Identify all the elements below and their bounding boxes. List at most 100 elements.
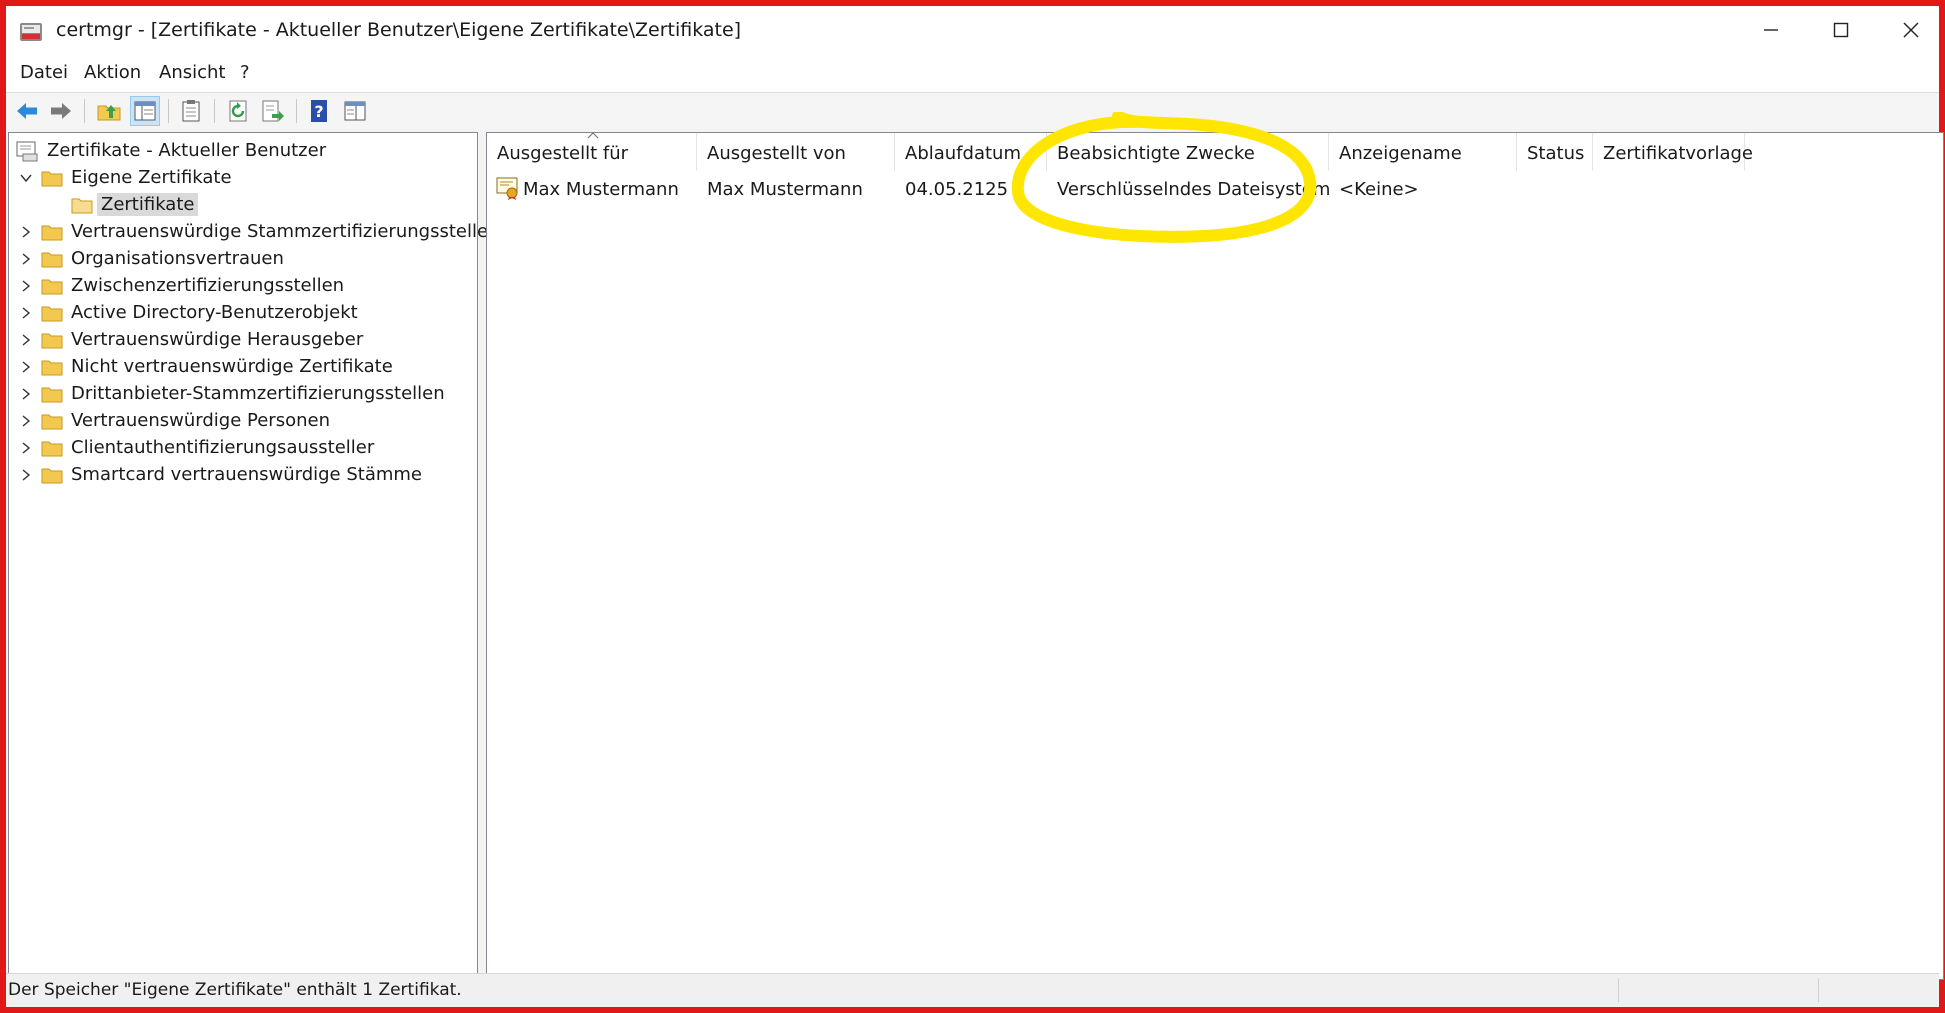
- tree-item-label: Vertrauenswürdige Personen: [71, 410, 330, 431]
- tree-item-label: Drittanbieter-Stammzertifizierungsstelle…: [71, 383, 445, 404]
- close-button[interactable]: [1876, 6, 1945, 54]
- forward-button[interactable]: [46, 96, 76, 126]
- column-header-zertifikatvorlage[interactable]: Zertifikatvorlage: [1593, 133, 1753, 171]
- column-header-beabsichtigte-zwecke[interactable]: Beabsichtigte Zwecke: [1047, 133, 1329, 171]
- chevron-right-icon[interactable]: [17, 412, 35, 430]
- column-header-ablaufdatum[interactable]: Ablaufdatum: [895, 133, 1047, 171]
- toolbar: ?: [6, 92, 1939, 129]
- chevron-right-icon[interactable]: [17, 466, 35, 484]
- status-divider: [1818, 978, 1819, 1002]
- cell-expires[interactable]: 04.05.2125: [905, 179, 1008, 200]
- title-bar[interactable]: certmgr - [Zertifikate - Aktueller Benut…: [6, 6, 1939, 54]
- maximize-icon: [1833, 22, 1849, 38]
- tree-item-label: Smartcard vertrauenswürdige Stämme: [71, 464, 423, 485]
- tree-item-label: Clientauthentifizierungsaussteller: [71, 437, 375, 458]
- properties-icon: [344, 101, 366, 121]
- tree-item-label: Nicht vertrauenswürdige Zertifikate: [71, 356, 393, 377]
- certmgr-app-icon: [20, 23, 42, 41]
- menu-ansicht[interactable]: Ansicht: [159, 62, 225, 83]
- tree-item-label: Eigene Zertifikate: [71, 167, 232, 188]
- tree-item-label: Vertrauenswürdige Stammzertifizierungsst…: [71, 221, 500, 242]
- back-icon: [17, 103, 37, 119]
- properties-button[interactable]: [340, 96, 370, 126]
- tree-item-stammzertifizierungsstellen[interactable]: Vertrauenswürdige Stammzertifizierungsst…: [17, 218, 499, 245]
- tree-item-label: Organisationsvertrauen: [71, 248, 284, 269]
- cell-issued-to[interactable]: Max Mustermann: [523, 179, 679, 200]
- cell-purposes[interactable]: Verschlüsselndes Dateisystem: [1057, 179, 1330, 200]
- cell-friendly-name[interactable]: <Keine>: [1339, 179, 1419, 200]
- column-header-status[interactable]: Status: [1517, 133, 1593, 171]
- clipboard-button[interactable]: [176, 96, 206, 126]
- tree-item-herausgeber[interactable]: Vertrauenswürdige Herausgeber: [17, 326, 363, 353]
- chevron-down-icon[interactable]: [17, 169, 35, 187]
- tree-item-label: Active Directory-Benutzerobjekt: [71, 302, 358, 323]
- folder-icon: [41, 360, 63, 375]
- folder-icon: [41, 225, 63, 240]
- refresh-icon: [229, 100, 247, 122]
- clipboard-icon: [182, 100, 200, 122]
- folder-icon: [41, 441, 63, 456]
- chevron-right-icon[interactable]: [17, 358, 35, 376]
- tree-item-drittanbieter[interactable]: Drittanbieter-Stammzertifizierungsstelle…: [17, 380, 445, 407]
- certificate-list[interactable]: Ausgestellt für Ausgestellt von Ablaufda…: [486, 132, 1944, 980]
- chevron-right-icon[interactable]: [17, 439, 35, 457]
- tree-item-clientauthentifizierung[interactable]: Clientauthentifizierungsaussteller: [17, 434, 374, 461]
- tree-item-label: Vertrauenswürdige Herausgeber: [71, 329, 364, 350]
- export-list-icon: [262, 100, 284, 122]
- tree-item-nicht-vertrauenswuerdig[interactable]: Nicht vertrauenswürdige Zertifikate: [17, 353, 393, 380]
- column-header-ausgestellt-von[interactable]: Ausgestellt von: [697, 133, 895, 171]
- close-icon: [1903, 22, 1919, 38]
- chevron-right-icon[interactable]: [17, 223, 35, 241]
- chevron-right-icon[interactable]: [17, 250, 35, 268]
- menu-help[interactable]: ?: [240, 62, 250, 83]
- certificate-store-icon: [16, 141, 38, 161]
- folder-icon: [41, 333, 63, 348]
- tree-root[interactable]: Zertifikate - Aktueller Benutzer: [15, 137, 326, 164]
- column-header-anzeigename[interactable]: Anzeigename: [1329, 133, 1517, 171]
- tree-item-eigene-zertifikate[interactable]: Eigene Zertifikate: [17, 164, 232, 191]
- show-hide-tree-button[interactable]: [130, 96, 160, 126]
- chevron-right-icon[interactable]: [17, 304, 35, 322]
- tree-item-smartcard[interactable]: Smartcard vertrauenswürdige Stämme: [17, 461, 422, 488]
- refresh-button[interactable]: [224, 96, 254, 126]
- folder-icon: [41, 468, 63, 483]
- tree-pane[interactable]: Zertifikate - Aktueller Benutzer Eigene …: [8, 132, 499, 980]
- tree-item-label: Zwischenzertifizierungsstellen: [71, 275, 345, 296]
- toolbar-separator: [296, 99, 297, 123]
- sort-ascending-icon: [587, 132, 599, 139]
- menu-aktion[interactable]: Aktion: [84, 62, 141, 83]
- folder-icon: [71, 198, 93, 213]
- tree-item-organisationsvertrauen[interactable]: Organisationsvertrauen: [17, 245, 284, 272]
- export-list-button[interactable]: [258, 96, 288, 126]
- folder-icon: [41, 171, 63, 186]
- tree-root-label: Zertifikate - Aktueller Benutzer: [47, 140, 327, 161]
- window-frame: certmgr - [Zertifikate - Aktueller Benut…: [0, 0, 1945, 1013]
- status-bar: Der Speicher "Eigene Zertifikate" enthäl…: [6, 973, 1939, 1007]
- chevron-right-icon[interactable]: [17, 385, 35, 403]
- folder-icon: [41, 414, 63, 429]
- menu-bar: Datei Aktion Ansicht ?: [6, 54, 1939, 92]
- maximize-button[interactable]: [1806, 6, 1876, 54]
- cell-issued-by[interactable]: Max Mustermann: [707, 179, 863, 200]
- up-folder-icon: [97, 105, 121, 121]
- chevron-right-icon[interactable]: [17, 331, 35, 349]
- tree-item-personen[interactable]: Vertrauenswürdige Personen: [17, 407, 330, 434]
- menu-datei[interactable]: Datei: [20, 62, 68, 83]
- tree-item-zertifikate[interactable]: Zertifikate: [71, 191, 199, 218]
- column-header-ausgestellt-fuer[interactable]: Ausgestellt für: [487, 132, 697, 171]
- forward-icon: [51, 103, 71, 119]
- help-icon: ?: [311, 100, 327, 122]
- certificate-icon: [496, 177, 518, 200]
- help-button[interactable]: ?: [304, 96, 334, 126]
- chevron-right-icon[interactable]: [17, 277, 35, 295]
- show-hide-tree-icon: [134, 101, 156, 121]
- toolbar-separator: [168, 99, 169, 123]
- back-button[interactable]: [12, 96, 42, 126]
- up-folder-button[interactable]: [94, 96, 124, 126]
- folder-icon: [41, 387, 63, 402]
- folder-icon: [41, 306, 63, 321]
- tree-item-zwischenzertifizierungsstellen[interactable]: Zwischenzertifizierungsstellen: [17, 272, 344, 299]
- minimize-button[interactable]: [1736, 6, 1806, 54]
- tree-item-active-directory[interactable]: Active Directory-Benutzerobjekt: [17, 299, 358, 326]
- minimize-icon: [1764, 29, 1778, 31]
